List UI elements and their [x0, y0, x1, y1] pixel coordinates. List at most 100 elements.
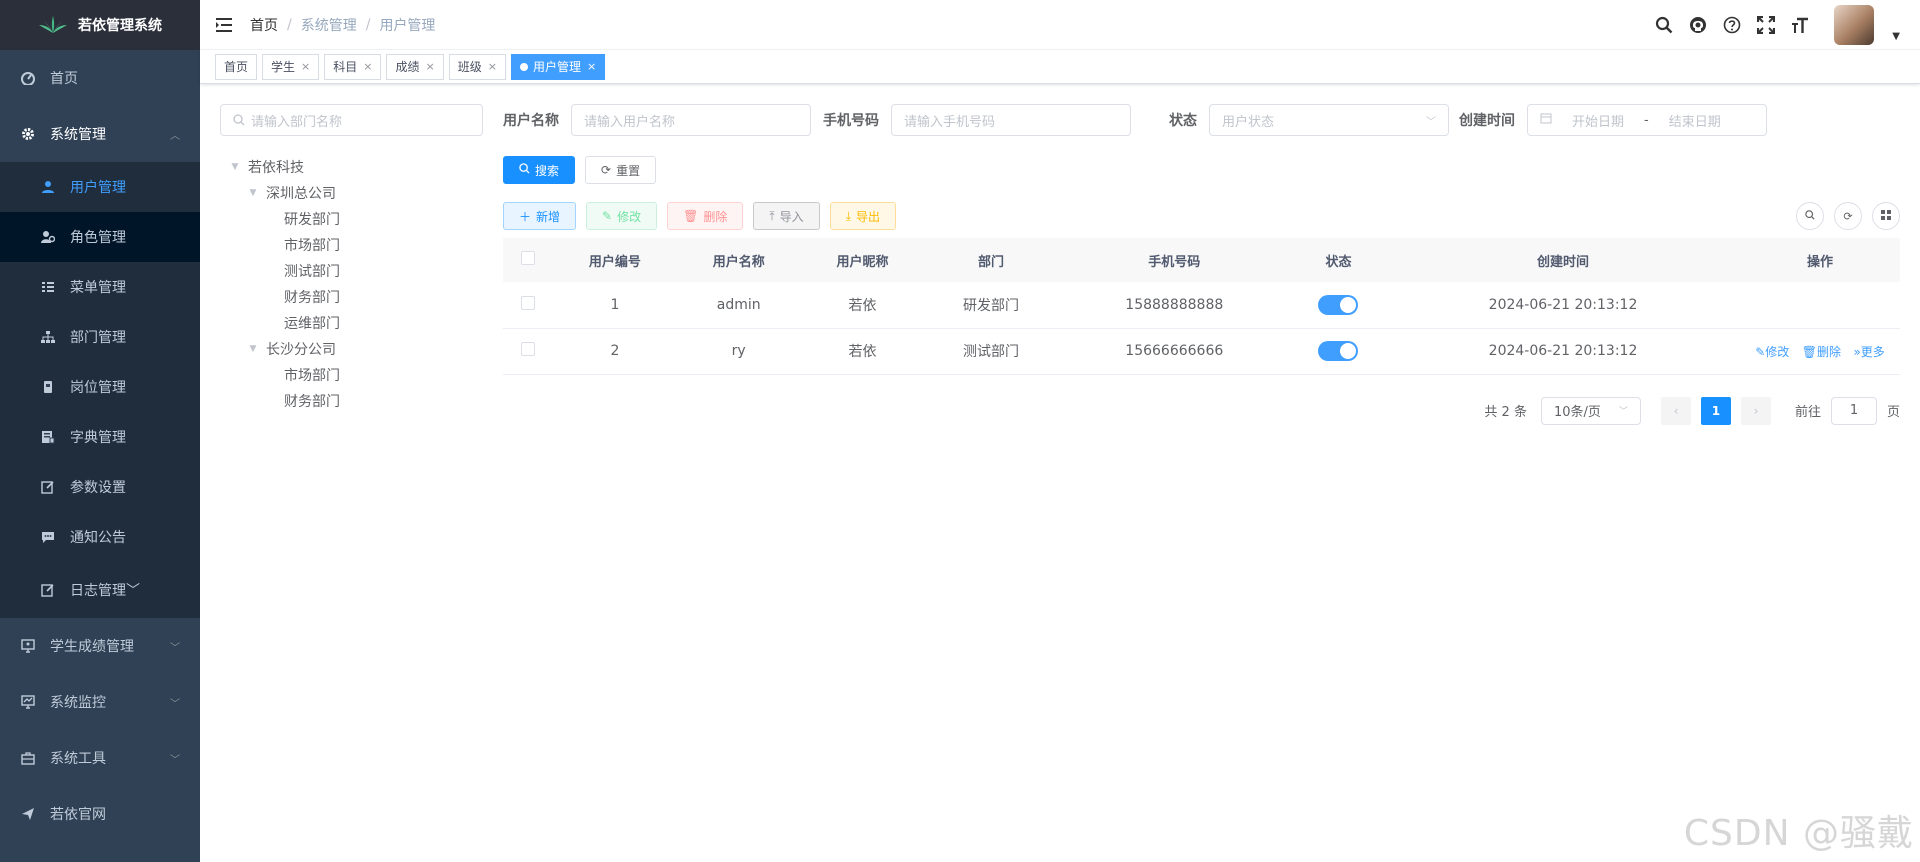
refresh-button[interactable]: ⟳ [1834, 202, 1862, 230]
tag-subject[interactable]: 科目 × [324, 53, 382, 80]
toggle-search-button[interactable] [1796, 202, 1824, 230]
app-main: 请输入部门名称 ▼ 若依科技 ▼ 深圳总公司 研发部门 市场部门 测试部门 财务部门… [200, 84, 1920, 862]
next-page-button[interactable]: › [1740, 396, 1771, 425]
sidebar-item-system[interactable]: 系统管理 ︿ [0, 106, 200, 162]
tree-node-leaf[interactable]: 市场部门 [220, 362, 483, 388]
tag-score[interactable]: 成绩 × [386, 53, 444, 80]
refresh-icon: ⟳ [601, 163, 612, 177]
fullscreen-icon[interactable] [1756, 15, 1776, 35]
prev-page-button[interactable]: ‹ [1660, 396, 1691, 425]
tree-node-leaf[interactable]: 财务部门 [220, 388, 483, 414]
page-number-button[interactable]: 1 [1700, 396, 1731, 425]
sidebar-item-config[interactable]: 参数设置 [0, 462, 200, 512]
edit-button[interactable]: ✎ 修改 [586, 202, 658, 230]
date-range-picker[interactable]: 开始日期 - 结束日期 [1527, 104, 1767, 136]
row-checkbox[interactable] [521, 295, 535, 310]
breadcrumb-item-home[interactable]: 首页 [250, 15, 278, 35]
cell-username: admin [676, 282, 801, 329]
search-form: 用户名称 请输入用户名称 手机号码 请输入手机号码 状态 用户状态 ﹀ 创建时间 … [503, 104, 1900, 136]
tree-node-changsha[interactable]: ▼ 长沙分公司 [220, 336, 483, 362]
goto-page-input[interactable]: 1 [1830, 396, 1877, 425]
cell-created: 2024-06-21 20:13:12 [1386, 282, 1740, 329]
close-icon[interactable]: × [301, 60, 310, 73]
tree-node-label: 长沙分公司 [266, 342, 336, 358]
reset-button[interactable]: ⟳ 重置 [585, 156, 657, 184]
end-date-placeholder: 结束日期 [1668, 114, 1721, 130]
avatar[interactable] [1834, 5, 1875, 45]
cell-created: 2024-06-21 20:13:12 [1386, 328, 1740, 375]
export-button[interactable]: ⤓ 导出 [829, 202, 897, 230]
sidebar-item-dict[interactable]: 字典管理 [0, 412, 200, 462]
chevron-down-icon: ﹀ [126, 583, 140, 599]
font-size-icon[interactable] [1790, 15, 1810, 35]
grid-icon [1881, 208, 1891, 224]
status-placeholder: 用户状态 [1222, 114, 1275, 130]
tag-student[interactable]: 学生 × [262, 53, 320, 80]
help-icon[interactable] [1722, 15, 1742, 35]
sidebar-item-student[interactable]: 学生成绩管理 ﹀ [0, 618, 200, 674]
sidebar-item-user[interactable]: 用户管理 [0, 162, 200, 212]
delete-button[interactable]: 🗑 删除 [667, 202, 744, 230]
goto-page-value: 1 [1849, 403, 1859, 418]
status-select[interactable]: 用户状态 ﹀ [1209, 104, 1449, 136]
column-header: 用户名称 [676, 238, 801, 282]
logo[interactable]: 若依管理系统 [0, 0, 200, 50]
row-more-link[interactable]: »更多 [1853, 345, 1884, 359]
caret-down-icon[interactable]: ▼ [1892, 31, 1900, 42]
hamburger-button[interactable] [200, 0, 250, 50]
tree-icon [40, 329, 56, 345]
sidebar-item-role[interactable]: 角色管理 [0, 212, 200, 262]
tree-node-root[interactable]: ▼ 若依科技 [220, 154, 483, 180]
tree-node-leaf[interactable]: 研发部门 [220, 206, 483, 232]
search-icon[interactable] [1654, 15, 1674, 35]
row-delete-link[interactable]: 🗑删除 [1802, 345, 1841, 359]
row-edit-link[interactable]: ✎修改 [1755, 345, 1789, 359]
status-switch[interactable] [1318, 341, 1359, 361]
close-icon[interactable]: × [488, 60, 497, 73]
range-separator: - [1644, 112, 1649, 128]
search-button[interactable]: 搜索 [503, 156, 576, 184]
status-switch[interactable] [1318, 294, 1359, 315]
tag-user-management[interactable]: 用户管理 × [510, 53, 606, 80]
tree-node-label: 若依科技 [248, 160, 304, 176]
sidebar-item-post[interactable]: 岗位管理 [0, 362, 200, 412]
tree-node-leaf[interactable]: 市场部门 [220, 232, 483, 258]
tree-node-leaf[interactable]: 运维部门 [220, 310, 483, 336]
sidebar-item-dept[interactable]: 部门管理 [0, 312, 200, 362]
row-checkbox[interactable] [521, 342, 535, 356]
sidebar-item-tool[interactable]: 系统工具 ﹀ [0, 730, 200, 786]
tag-home[interactable]: 首页 [215, 53, 258, 80]
sidebar-item-notice[interactable]: 通知公告 [0, 512, 200, 562]
tag-class[interactable]: 班级 × [448, 53, 506, 80]
right-toolbar: ⟳ [1796, 202, 1900, 230]
tree-node-shenzhen[interactable]: ▼ 深圳总公司 [220, 180, 483, 206]
chevron-down-icon: ﹀ [170, 754, 180, 766]
sidebar-item-website[interactable]: 若依官网 [0, 786, 200, 842]
sidebar-item-menu[interactable]: 菜单管理 [0, 262, 200, 312]
username-input[interactable]: 请输入用户名称 [571, 104, 811, 136]
columns-button[interactable] [1872, 202, 1900, 230]
sidebar-item-home[interactable]: 首页 [0, 50, 200, 106]
phone-input[interactable]: 请输入手机号码 [891, 104, 1131, 136]
search-icon [1805, 208, 1815, 224]
sidebar-item-log[interactable]: 日志管理 ﹀ [0, 562, 200, 618]
sidebar-item-monitor[interactable]: 系统监控 ﹀ [0, 674, 200, 730]
github-icon[interactable] [1688, 15, 1708, 35]
close-icon[interactable]: × [587, 60, 596, 73]
edit-icon: ✎ [602, 209, 613, 223]
monitor-icon [20, 638, 36, 654]
import-button[interactable]: ⤒ 导入 [753, 202, 820, 230]
edit-icon [40, 479, 56, 495]
select-all-checkbox[interactable] [521, 251, 535, 265]
page-size-select[interactable]: 10条/页 ﹀ [1540, 396, 1641, 425]
sidebar-item-label: 参数设置 [70, 480, 126, 496]
table-row: 2 ry 若依 测试部门 15666666666 2024-06-21 20:1… [503, 328, 1900, 375]
cell-nickname: 若依 [800, 282, 925, 329]
tree-node-leaf[interactable]: 财务部门 [220, 284, 483, 310]
close-icon[interactable]: × [426, 60, 435, 73]
close-icon[interactable]: × [363, 60, 372, 73]
dept-search-input[interactable]: 请输入部门名称 [220, 104, 483, 136]
add-button[interactable]: ＋ 新增 [503, 202, 577, 230]
tree-node-leaf[interactable]: 测试部门 [220, 258, 483, 284]
breadcrumb-separator: / [287, 16, 292, 33]
